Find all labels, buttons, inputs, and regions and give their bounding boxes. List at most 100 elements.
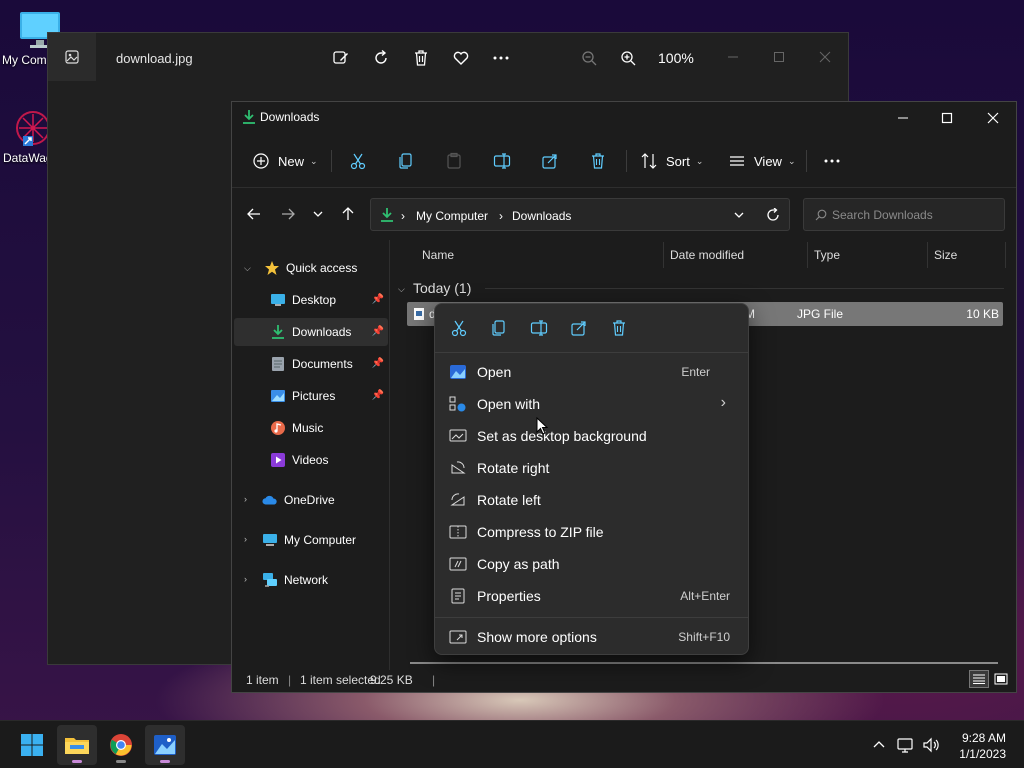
column-header-size[interactable]: Size: [934, 248, 957, 262]
column-header-type[interactable]: Type: [814, 248, 840, 262]
nav-quick-access[interactable]: ⌵ Quick access: [234, 254, 388, 282]
explorer-title-bar[interactable]: Downloads: [232, 102, 1016, 132]
taskbar-chrome[interactable]: [101, 725, 141, 765]
sort-button[interactable]: Sort ⌄: [640, 146, 703, 176]
more-options-button[interactable]: [490, 47, 512, 69]
chevron-right-icon[interactable]: ›: [244, 494, 247, 504]
nav-item-videos[interactable]: Videos: [234, 446, 388, 474]
zoom-out-button[interactable]: [578, 47, 600, 69]
chevron-down-icon[interactable]: [733, 209, 745, 221]
rename-icon[interactable]: [530, 319, 548, 337]
column-divider[interactable]: [663, 242, 664, 268]
video-icon: [270, 452, 286, 468]
nav-item-downloads[interactable]: Downloads 📌: [234, 318, 388, 346]
edit-image-button[interactable]: [330, 47, 352, 69]
search-input[interactable]: [832, 205, 997, 225]
nav-item-documents[interactable]: Documents 📌: [234, 350, 388, 378]
favorite-button[interactable]: [450, 47, 472, 69]
trash-icon: [592, 153, 604, 169]
taskbar-file-explorer[interactable]: [57, 725, 97, 765]
menu-item-open[interactable]: Open Enter: [439, 357, 744, 387]
address-bar[interactable]: › My Computer › Downloads: [370, 198, 790, 231]
nav-item-music[interactable]: Music: [234, 414, 388, 442]
taskbar-photos[interactable]: [145, 725, 185, 765]
photos-maximize-button[interactable]: [756, 41, 802, 73]
horizontal-scrollbar[interactable]: [410, 662, 998, 664]
menu-item-set-desktop-background[interactable]: Set as desktop background: [439, 421, 744, 451]
chevron-right-icon[interactable]: ›: [499, 209, 503, 223]
copy-icon[interactable]: [490, 319, 508, 337]
details-view-button[interactable]: [969, 670, 989, 688]
new-button-label: New: [278, 153, 305, 169]
explorer-minimize-button[interactable]: [880, 102, 926, 134]
delete-button[interactable]: [410, 47, 432, 69]
menu-item-show-more-options[interactable]: Show more options Shift+F10: [439, 622, 744, 652]
details-view-icon: [973, 674, 985, 684]
column-header-name[interactable]: Name: [422, 248, 454, 262]
network-tray-button[interactable]: [896, 735, 916, 755]
chevron-right-icon[interactable]: ›: [244, 534, 247, 544]
trash-icon[interactable]: [610, 319, 628, 337]
tiles-view-button[interactable]: [992, 670, 1010, 688]
taskbar-clock[interactable]: 9:28 AM 1/1/2023: [959, 730, 1006, 762]
zip-folder-icon: [449, 524, 467, 540]
menu-item-compress-zip[interactable]: Compress to ZIP file: [439, 517, 744, 547]
back-button[interactable]: [242, 202, 266, 226]
chevron-down-icon[interactable]: ⌵: [398, 284, 405, 295]
nav-network[interactable]: › Network: [234, 566, 388, 594]
see-more-button[interactable]: [823, 146, 841, 176]
nav-item-pictures[interactable]: Pictures 📌: [234, 382, 388, 410]
menu-item-properties[interactable]: Properties Alt+Enter: [439, 581, 744, 611]
new-button[interactable]: New ⌄: [252, 146, 318, 176]
ellipsis-icon: [824, 159, 840, 163]
view-button[interactable]: View ⌄: [728, 146, 796, 176]
photos-close-button[interactable]: [802, 41, 848, 73]
cut-button[interactable]: [349, 146, 367, 176]
start-button[interactable]: [12, 725, 52, 765]
menu-item-copy-as-path[interactable]: Copy as path: [439, 549, 744, 579]
column-divider[interactable]: [807, 242, 808, 268]
volume-tray-button[interactable]: [921, 735, 941, 755]
explorer-close-button[interactable]: [970, 102, 1016, 134]
photos-minimize-button[interactable]: [710, 41, 756, 73]
photos-gallery-button[interactable]: [48, 33, 96, 81]
chevron-right-icon[interactable]: ›: [401, 209, 405, 223]
delete-button[interactable]: [589, 146, 607, 176]
photos-title: download.jpg: [116, 51, 193, 66]
pin-icon: 📌: [371, 326, 384, 337]
menu-item-rotate-right[interactable]: Rotate right: [439, 453, 744, 483]
zoom-level[interactable]: 100%: [658, 50, 694, 66]
menu-item-label: Open with: [477, 396, 541, 412]
column-divider[interactable]: [927, 242, 928, 268]
breadcrumb-my-computer[interactable]: My Computer: [416, 209, 488, 223]
nav-item-desktop[interactable]: Desktop 📌: [234, 286, 388, 314]
rotate-button[interactable]: [370, 47, 392, 69]
column-divider[interactable]: [1005, 242, 1006, 268]
menu-item-open-with[interactable]: Open with ›: [439, 389, 744, 419]
nav-onedrive[interactable]: › OneDrive: [234, 486, 388, 514]
nav-label: Documents: [292, 357, 353, 371]
chevron-right-icon[interactable]: ›: [244, 574, 247, 584]
breadcrumb-downloads[interactable]: Downloads: [512, 209, 571, 223]
copy-button[interactable]: [397, 146, 415, 176]
share-icon[interactable]: [570, 319, 588, 337]
up-button[interactable]: [336, 202, 360, 226]
network-icon: [897, 738, 913, 753]
show-hidden-icons-button[interactable]: [869, 735, 889, 755]
share-button[interactable]: [541, 146, 559, 176]
menu-item-rotate-left[interactable]: Rotate left: [439, 485, 744, 515]
rename-button[interactable]: [493, 146, 511, 176]
recent-locations-button[interactable]: [306, 202, 330, 226]
refresh-icon[interactable]: [766, 208, 780, 222]
arrow-left-icon: [247, 208, 260, 220]
zoom-in-button[interactable]: [617, 47, 639, 69]
chevron-down-icon[interactable]: ⌵: [244, 263, 251, 274]
forward-button[interactable]: [276, 202, 300, 226]
explorer-maximize-button[interactable]: [924, 102, 970, 134]
search-box[interactable]: [803, 198, 1005, 231]
paste-button[interactable]: [445, 146, 463, 176]
cut-icon[interactable]: [450, 319, 468, 337]
column-header-date-modified[interactable]: Date modified: [670, 248, 744, 262]
group-header-today[interactable]: Today (1): [413, 280, 471, 296]
nav-my-computer[interactable]: › My Computer: [234, 526, 388, 554]
